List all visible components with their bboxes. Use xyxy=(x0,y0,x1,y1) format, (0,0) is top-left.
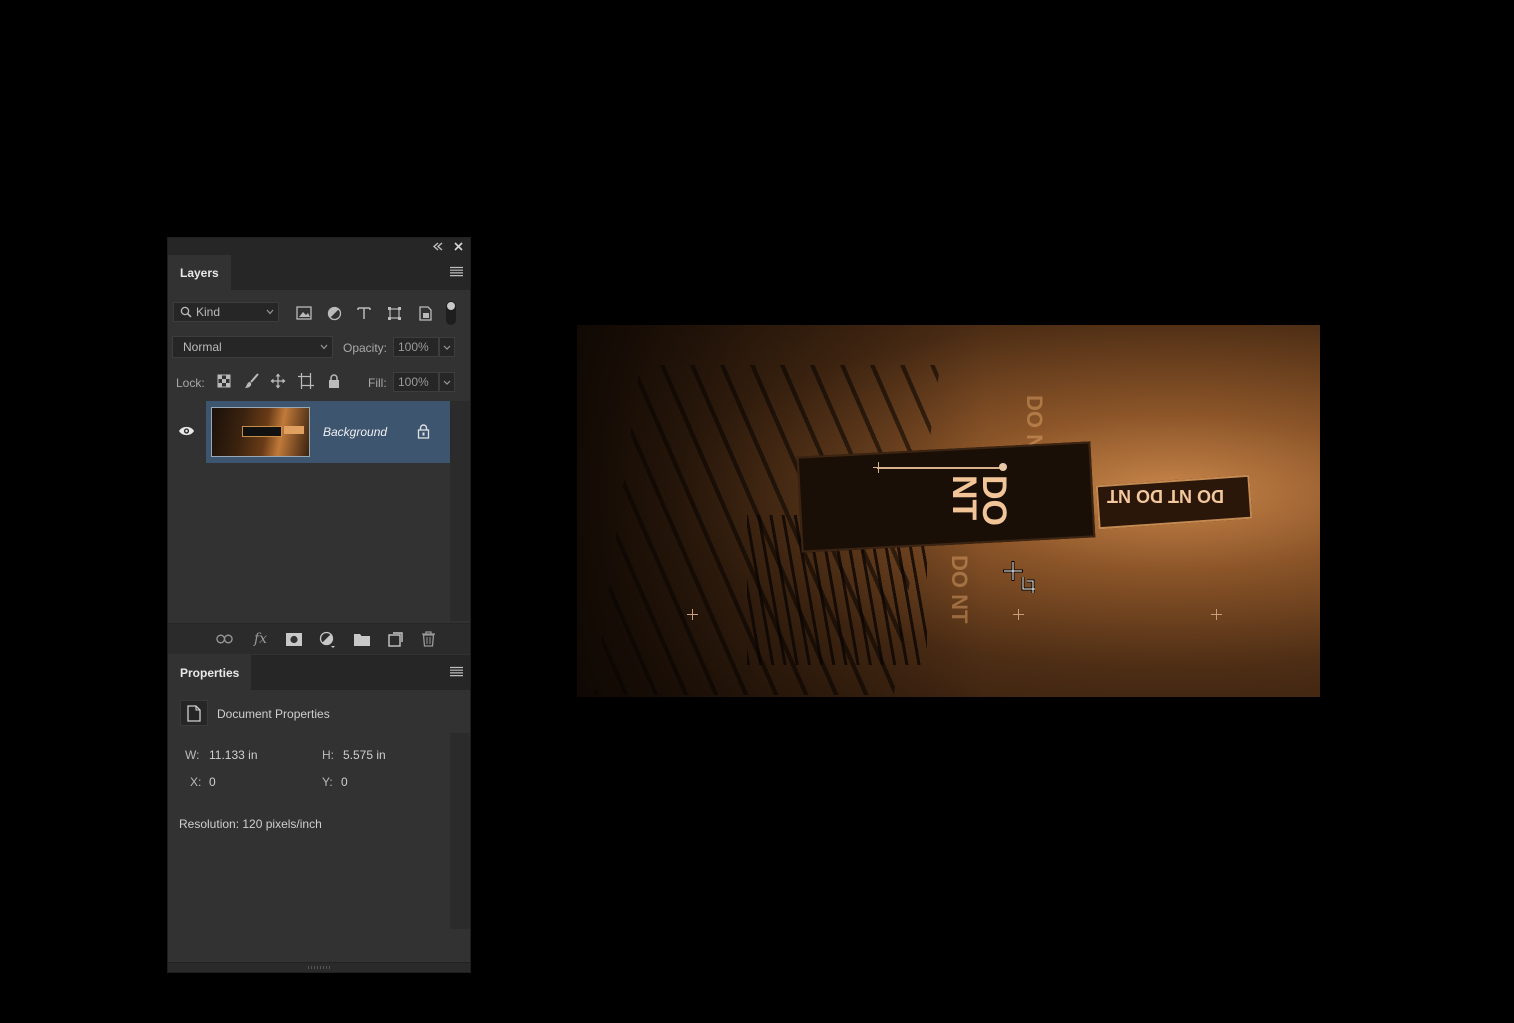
blend-row: Normal Opacity: 100% xyxy=(168,334,470,358)
tab-layers[interactable]: Layers xyxy=(168,255,231,290)
panel-group: Layers Kind Normal Opacity: 100% Lock: F… xyxy=(167,237,471,973)
layer-lock-icon[interactable] xyxy=(417,424,430,439)
type-layer-filter-icon[interactable] xyxy=(356,305,372,321)
tab-properties[interactable]: Properties xyxy=(168,655,252,690)
layers-scrollbar[interactable] xyxy=(450,401,470,621)
search-icon xyxy=(180,306,192,318)
fill-field[interactable]: 100% xyxy=(393,372,439,392)
x-label: X: xyxy=(190,775,202,789)
new-layer-icon[interactable] xyxy=(387,631,404,647)
link-layers-icon[interactable] xyxy=(216,631,233,647)
layer-name[interactable]: Background xyxy=(323,425,387,439)
filter-kind-select[interactable]: Kind xyxy=(173,302,279,322)
y-value[interactable]: 0 xyxy=(341,775,348,789)
eye-visibility-icon[interactable] xyxy=(178,424,195,438)
crosshair-marker-icon xyxy=(687,609,698,620)
lock-image-icon[interactable] xyxy=(244,373,260,389)
x-value[interactable]: 0 xyxy=(209,775,216,789)
collapse-panels-icon[interactable] xyxy=(432,241,444,252)
panel-menu-icon[interactable] xyxy=(450,666,463,677)
opacity-dropdown[interactable] xyxy=(439,337,455,357)
fx-icon[interactable]: fx xyxy=(252,631,269,647)
adjustment-layer-filter-icon[interactable] xyxy=(326,305,342,321)
panel-menu-icon[interactable] xyxy=(450,266,463,277)
blend-mode-select[interactable]: Normal xyxy=(172,336,333,358)
chevron-down-icon xyxy=(266,309,274,315)
adjustment-icon[interactable] xyxy=(319,631,336,648)
lock-row: Lock: Fill: 100% xyxy=(168,370,470,394)
canvas-sign-right-text: DO NT DO NT xyxy=(1107,486,1224,506)
lock-label: Lock: xyxy=(176,376,205,390)
pixel-layer-filter-icon[interactable] xyxy=(296,305,312,321)
properties-tab-bar: Properties xyxy=(168,655,470,690)
layer-thumbnail xyxy=(211,407,310,457)
lock-artboard-icon[interactable] xyxy=(298,373,314,389)
filter-kind-label: Kind xyxy=(196,305,221,319)
properties-body: Document Properties W: 11.133 in H: 5.57… xyxy=(168,690,470,974)
close-icon[interactable] xyxy=(453,241,464,252)
crop-cursor-icon xyxy=(1003,561,1037,593)
panel-title-bar[interactable] xyxy=(168,238,470,255)
crosshair-marker-icon xyxy=(873,462,884,473)
canvas-sign-text: DO NT xyxy=(945,475,1013,526)
width-value[interactable]: 11.133 in xyxy=(209,748,258,762)
layer-filter-row: Kind xyxy=(168,293,470,327)
crosshair-marker-icon xyxy=(1211,609,1222,620)
layers-footer-toolbar: fx xyxy=(168,623,470,654)
layer-row-background[interactable]: Background xyxy=(168,401,450,463)
document-properties-title: Document Properties xyxy=(217,707,330,721)
lock-position-icon[interactable] xyxy=(270,373,286,389)
opacity-field[interactable]: 100% xyxy=(393,337,439,357)
canvas-guide-line xyxy=(877,467,1002,469)
fill-label: Fill: xyxy=(368,376,387,390)
document-canvas[interactable]: DO NT DO NT DO NT DO NT DO NT xyxy=(577,325,1320,697)
smart-object-filter-icon[interactable] xyxy=(417,305,433,321)
fill-dropdown[interactable] xyxy=(439,372,455,392)
opacity-label: Opacity: xyxy=(343,341,388,355)
filter-toggle-switch[interactable] xyxy=(446,301,456,325)
y-label: Y: xyxy=(322,775,333,789)
crosshair-marker-icon xyxy=(1013,609,1024,620)
blend-mode-value: Normal xyxy=(183,340,222,354)
canvas-ghost-text: DO NT xyxy=(947,555,972,624)
resolution-text: Resolution: 120 pixels/inch xyxy=(179,817,322,831)
width-label: W: xyxy=(185,748,200,762)
trash-icon[interactable] xyxy=(420,631,437,647)
panel-resize-handle[interactable] xyxy=(168,962,470,972)
properties-scrollbar[interactable] xyxy=(450,733,470,929)
layers-tab-bar: Layers xyxy=(168,255,470,290)
canvas-guide-handle[interactable] xyxy=(999,463,1007,471)
shape-layer-filter-icon[interactable] xyxy=(386,305,402,321)
lock-transparent-icon[interactable] xyxy=(216,373,232,389)
lock-all-icon[interactable] xyxy=(326,373,342,389)
layer-mask-icon[interactable] xyxy=(285,631,302,647)
document-icon xyxy=(180,700,208,726)
height-value[interactable]: 5.575 in xyxy=(343,748,386,762)
layers-list: Background xyxy=(168,401,450,621)
height-label: H: xyxy=(322,748,334,762)
group-folder-icon[interactable] xyxy=(353,631,370,647)
chevron-down-icon xyxy=(320,344,328,350)
